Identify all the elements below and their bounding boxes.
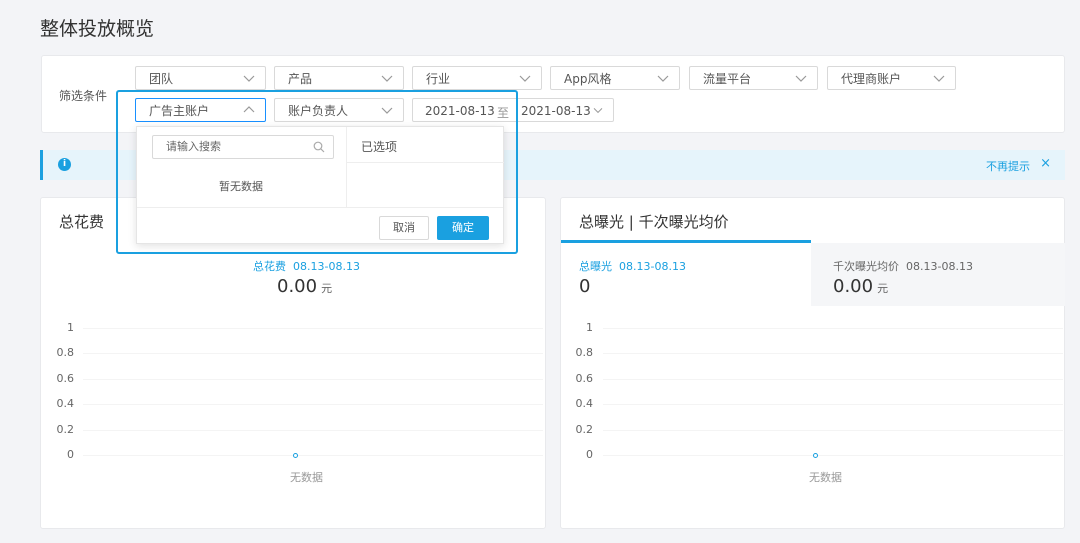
y-tick-label: 1 [67,321,74,334]
filter-advertiser-account-select[interactable]: 广告主账户 [135,98,266,122]
metric-unit: 元 [321,282,333,295]
y-tick-label: 0 [586,448,593,461]
filter-label: 筛选条件 [59,89,108,103]
total-cost-card: 总花费 总花费 08.13-08.13 0.00 元 无数据 1 0.8 0.6 0.4… [40,197,546,529]
metric-range: 08.13-08.13 [293,260,360,273]
empty-point-marker [813,453,818,458]
date-end[interactable]: 2021-08-13 [521,104,591,118]
gridline [83,328,543,329]
gridline [603,455,1063,456]
gridline [83,429,543,431]
metric-number: 0.00 [833,276,874,297]
active-tab-indicator [561,240,811,243]
chevron-up-icon [243,106,255,113]
date-start[interactable]: 2021-08-13 [425,104,495,118]
gridline [603,353,1063,355]
y-tick-label: 0 [67,448,74,461]
metric-value: 0.00 元 [277,276,332,297]
filter-team-label: 团队 [149,71,174,86]
metric-name: 总花费 [253,260,286,273]
chevron-down-icon [795,75,807,82]
filter-industry-label: 行业 [426,71,451,86]
chevron-down-icon [519,75,531,82]
filter-account-owner-select[interactable]: 账户负责人 [274,98,404,122]
gridline [83,378,543,380]
filter-advertiser-account-label: 广告主账户 [149,103,210,118]
y-tick-label: 0.8 [56,346,75,360]
selected-items-title: 已选项 [361,140,398,154]
filter-agency-account-label: 代理商账户 [841,71,902,86]
gridline [603,429,1063,431]
search-placeholder: 请输入搜索 [166,140,221,153]
metric-label: 总花费 08.13-08.13 [253,258,360,274]
gridline [603,328,1063,329]
y-tick-label: 1 [586,321,593,334]
y-tick-label: 0.2 [56,422,75,436]
empty-point-marker [293,453,298,458]
filter-traffic-platform-label: 流量平台 [703,71,752,86]
chart-empty-label: 无数据 [809,471,842,484]
chart-empty-label: 无数据 [290,471,323,484]
divider [346,127,347,207]
metric-number: 0 [579,276,591,297]
gridline [603,378,1063,380]
metric-value: 0.00 元 [833,276,888,297]
date-separator: 至 [497,106,510,120]
confirm-button[interactable]: 确定 [437,216,489,240]
filter-app-style-select[interactable]: App风格 [550,66,680,90]
metric-tab-exposure[interactable]: 总曝光 08.13-08.13 [579,258,686,274]
y-tick-label: 0.4 [575,397,594,411]
y-tick-label: 0.6 [56,371,75,385]
metric-unit: 元 [877,282,889,295]
filter-product-select[interactable]: 产品 [274,66,404,90]
date-range-picker[interactable]: 2021-08-13 至 2021-08-13 [412,98,614,122]
card-title: 总曝光 | 千次曝光均价 [579,213,729,231]
close-icon[interactable]: × [1040,156,1051,171]
gridline [83,404,543,406]
filter-app-style-label: App风格 [564,71,612,86]
gridline [603,404,1063,406]
filter-industry-select[interactable]: 行业 [412,66,542,90]
dont-remind-link[interactable]: 不再提示 [986,158,1030,174]
advertiser-account-dropdown: 请输入搜索 已选项 暂无数据 取消 确定 [136,126,504,244]
chevron-down-icon [243,75,255,82]
metric-range: 08.13-08.13 [619,260,686,273]
divider [137,207,503,208]
chevron-down-icon [381,107,393,114]
divider [347,162,504,163]
cancel-button[interactable]: 取消 [379,216,429,240]
y-tick-label: 0.2 [575,422,594,436]
filter-team-select[interactable]: 团队 [135,66,266,90]
chevron-down-icon [657,75,669,82]
metric-range: 08.13-08.13 [906,260,973,273]
filter-account-owner-label: 账户负责人 [288,103,349,118]
y-tick-label: 0.6 [575,371,594,385]
gridline [83,353,543,355]
metric-name: 总曝光 [579,260,612,273]
empty-options-label: 暂无数据 [219,180,263,193]
y-tick-label: 0.8 [575,346,594,360]
card-title: 总花费 [59,213,105,231]
metric-tab-cpm-label[interactable]: 千次曝光均价 08.13-08.13 [833,258,973,274]
y-tick-label: 0.4 [56,397,75,411]
info-icon: i [58,158,71,171]
filter-product-label: 产品 [288,71,313,86]
metric-name: 千次曝光均价 [833,260,899,273]
filter-agency-account-select[interactable]: 代理商账户 [827,66,956,90]
chevron-down-icon [593,108,603,114]
page-title: 整体投放概览 [40,18,155,40]
search-input[interactable]: 请输入搜索 [152,135,334,159]
metric-number: 0.00 [277,276,318,297]
search-icon [313,141,325,153]
metric-value: 0 [579,276,590,297]
exposure-card: 总曝光 | 千次曝光均价 总曝光 08.13-08.13 0 千次曝光均价 08… [560,197,1065,529]
chevron-down-icon [381,75,393,82]
filter-traffic-platform-select[interactable]: 流量平台 [689,66,818,90]
chevron-down-icon [933,75,945,82]
gridline [83,455,543,456]
